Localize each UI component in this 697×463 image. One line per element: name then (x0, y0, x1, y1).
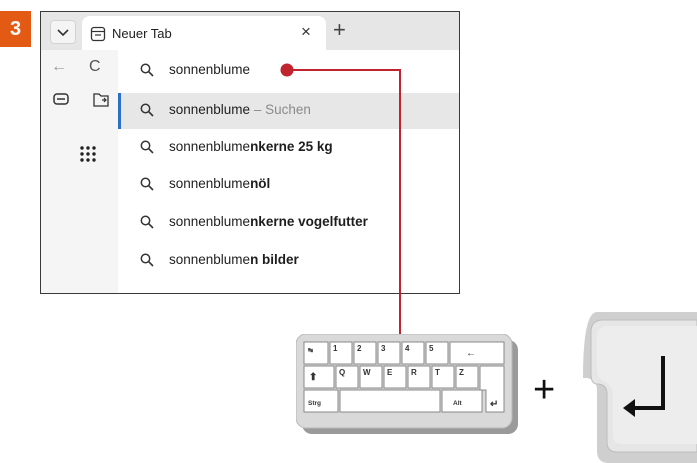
enter-key-illustration (583, 312, 697, 463)
key-5: 5 (429, 344, 434, 353)
key-1: 1 (333, 344, 338, 353)
key-strg: Strg (308, 400, 321, 407)
key-q: Q (339, 368, 345, 377)
enter-small-icon: ↵ (490, 399, 498, 410)
connector-dot (280, 63, 294, 77)
tab-key-icon: ↹ (308, 347, 313, 354)
key-alt: Alt (453, 400, 463, 407)
key-r: R (411, 368, 417, 377)
backspace-icon: ← (466, 348, 476, 359)
key-3: 3 (381, 344, 386, 353)
shift-icon: ⬆ (309, 372, 317, 383)
key-w: W (363, 368, 371, 377)
key-e: E (387, 368, 393, 377)
keyboard-illustration: ↹ 1 2 3 4 5 ← ⬆ Q W E R T Z Strg Alt ↵ (296, 334, 518, 434)
key-t: T (435, 368, 440, 377)
key-2: 2 (357, 344, 362, 353)
key-4: 4 (405, 344, 410, 353)
plus-sign: + (533, 369, 556, 411)
key-z: Z (459, 368, 464, 377)
